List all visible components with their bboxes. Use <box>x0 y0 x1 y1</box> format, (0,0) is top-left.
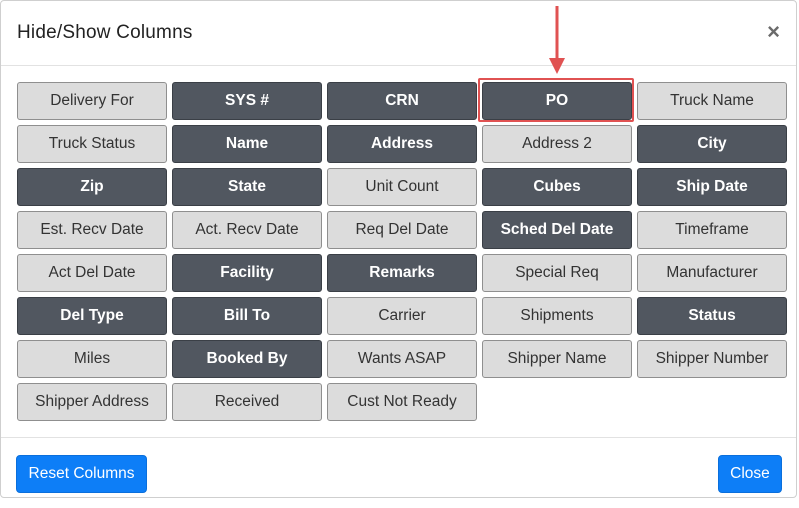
column-toggle-crn[interactable]: CRN <box>327 82 477 120</box>
modal-header: Hide/Show Columns × <box>1 1 796 66</box>
column-toggle-name[interactable]: Name <box>172 125 322 163</box>
column-toggle-timeframe[interactable]: Timeframe <box>637 211 787 249</box>
column-toggle-miles[interactable]: Miles <box>17 340 167 378</box>
column-toggle-shipper-number[interactable]: Shipper Number <box>637 340 787 378</box>
column-toggle-cust-not-ready[interactable]: Cust Not Ready <box>327 383 477 421</box>
column-toggle-sys[interactable]: SYS # <box>172 82 322 120</box>
column-toggle-facility[interactable]: Facility <box>172 254 322 292</box>
column-toggle-state[interactable]: State <box>172 168 322 206</box>
modal-footer: Reset Columns Close <box>1 437 796 499</box>
column-toggle-act-recv-date[interactable]: Act. Recv Date <box>172 211 322 249</box>
column-toggle-address[interactable]: Address <box>327 125 477 163</box>
column-toggle-shipper-name[interactable]: Shipper Name <box>482 340 632 378</box>
column-toggle-unit-count[interactable]: Unit Count <box>327 168 477 206</box>
column-toggle-po[interactable]: PO <box>482 82 632 120</box>
column-toggle-received[interactable]: Received <box>172 383 322 421</box>
column-toggle-req-del-date[interactable]: Req Del Date <box>327 211 477 249</box>
column-toggle-booked-by[interactable]: Booked By <box>172 340 322 378</box>
column-toggle-grid: Delivery For SYS # CRN PO Truck Name Truck St… <box>17 82 787 421</box>
column-toggle-shipments[interactable]: Shipments <box>482 297 632 335</box>
column-toggle-manufacturer[interactable]: Manufacturer <box>637 254 787 292</box>
column-toggle-bill-to[interactable]: Bill To <box>172 297 322 335</box>
column-toggle-delivery-for[interactable]: Delivery For <box>17 82 167 120</box>
close-button[interactable]: Close <box>718 455 782 493</box>
reset-columns-button[interactable]: Reset Columns <box>16 455 147 493</box>
hide-show-columns-modal: Hide/Show Columns × Delivery For SYS # CRN… <box>0 0 797 498</box>
background-page-text <box>96 500 656 508</box>
column-toggle-wants-asap[interactable]: Wants ASAP <box>327 340 477 378</box>
column-toggle-city[interactable]: City <box>637 125 787 163</box>
annotation-arrow-icon <box>549 6 565 74</box>
column-toggle-cubes[interactable]: Cubes <box>482 168 632 206</box>
column-toggle-address-2[interactable]: Address 2 <box>482 125 632 163</box>
column-toggle-del-type[interactable]: Del Type <box>17 297 167 335</box>
column-toggle-special-req[interactable]: Special Req <box>482 254 632 292</box>
column-toggle-carrier[interactable]: Carrier <box>327 297 477 335</box>
column-toggle-zip[interactable]: Zip <box>17 168 167 206</box>
column-toggle-truck-name[interactable]: Truck Name <box>637 82 787 120</box>
column-toggle-act-del-date[interactable]: Act Del Date <box>17 254 167 292</box>
column-toggle-sched-del-date[interactable]: Sched Del Date <box>482 211 632 249</box>
modal-title: Hide/Show Columns <box>17 22 193 43</box>
column-toggle-est-recv-date[interactable]: Est. Recv Date <box>17 211 167 249</box>
close-icon[interactable]: × <box>767 21 780 43</box>
column-toggle-ship-date[interactable]: Ship Date <box>637 168 787 206</box>
column-toggle-shipper-address[interactable]: Shipper Address <box>17 383 167 421</box>
column-toggle-remarks[interactable]: Remarks <box>327 254 477 292</box>
column-toggle-status[interactable]: Status <box>637 297 787 335</box>
column-toggle-truck-status[interactable]: Truck Status <box>17 125 167 163</box>
